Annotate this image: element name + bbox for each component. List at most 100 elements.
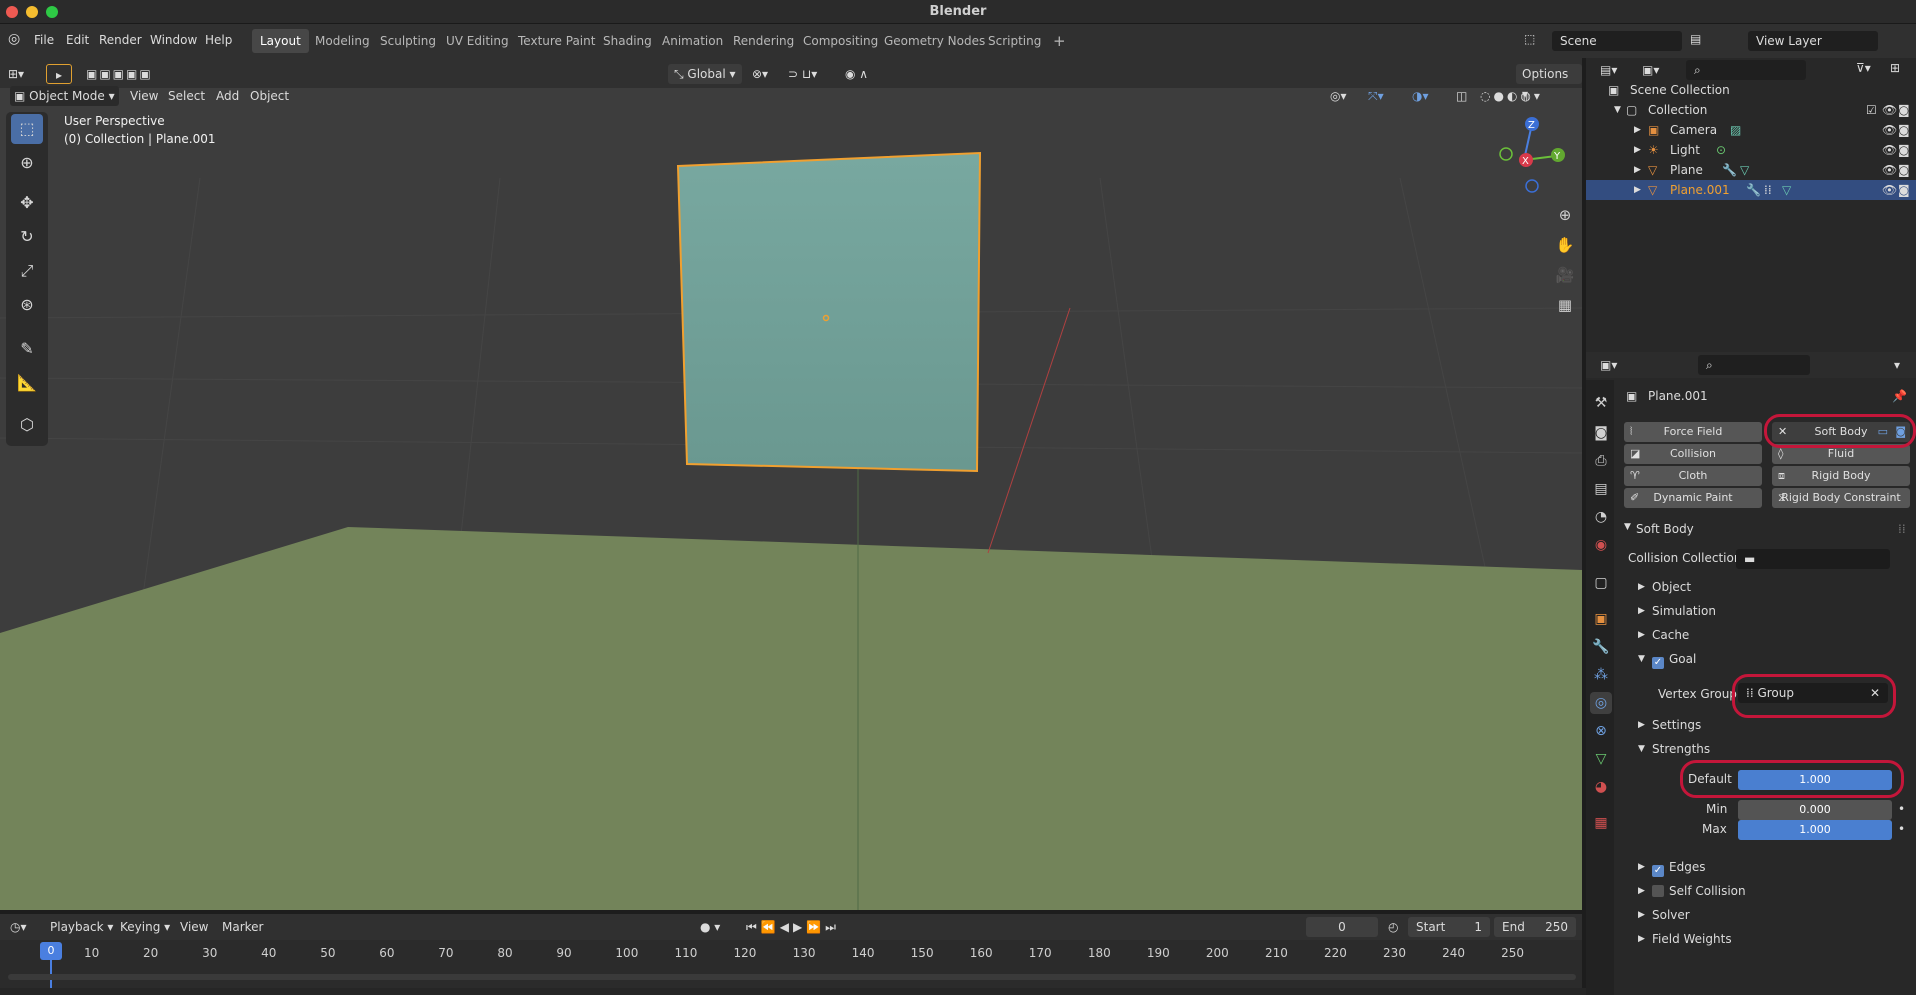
keyframe-dot-icon[interactable]: • xyxy=(1898,822,1905,836)
modifiers-tab-icon[interactable]: 🔧 xyxy=(1590,636,1612,658)
transform-orientation[interactable]: ⤡ Global ▾ xyxy=(668,64,742,84)
collapse-icon[interactable]: ▼ xyxy=(1638,654,1645,664)
expand-icon[interactable]: ▶ xyxy=(1634,160,1641,180)
expand-icon[interactable]: ▶ xyxy=(1638,934,1645,944)
timeline-menu-playback[interactable]: Playback ▾ xyxy=(50,917,113,937)
properties-search-field[interactable]: ⌕ xyxy=(1698,355,1810,375)
render-camera-icon[interactable]: ◙ xyxy=(1898,100,1910,120)
timeline-menu-view[interactable]: View xyxy=(180,917,208,937)
viewport-menu-view[interactable]: View xyxy=(130,86,158,106)
subpanel-simulation[interactable]: Simulation xyxy=(1652,604,1716,618)
render-camera-icon[interactable]: ◙ xyxy=(1898,180,1910,200)
new-collection-icon[interactable]: ⊞ xyxy=(1890,58,1900,78)
menu-render[interactable]: Render xyxy=(99,33,142,47)
collision-collection-field[interactable]: ▬ xyxy=(1736,549,1890,569)
eye-icon[interactable]: 👁 xyxy=(1882,140,1897,160)
eye-icon[interactable]: 👁 xyxy=(1882,100,1897,120)
expand-icon[interactable]: ▶ xyxy=(1638,582,1645,592)
viewport-menu-object[interactable]: Object xyxy=(250,86,289,106)
menu-edit[interactable]: Edit xyxy=(66,33,89,47)
proportional-edit-icon[interactable]: ◉ ∧ xyxy=(845,64,868,84)
gizmo-toggle-icon[interactable]: ⤧▾ xyxy=(1368,86,1384,106)
view-layer-selector[interactable]: View Layer xyxy=(1748,31,1878,51)
drag-handle-icon[interactable]: ⁞⁞ xyxy=(1898,522,1906,536)
force-field-button[interactable]: ⦚ Force Field xyxy=(1624,422,1762,442)
outliner-row-scene-collection[interactable]: ▣ Scene Collection xyxy=(1586,80,1916,100)
keyframe-dot-icon[interactable]: • xyxy=(1898,802,1905,816)
subpanel-cache[interactable]: Cache xyxy=(1652,628,1689,642)
view-layer-icon[interactable]: ▤ xyxy=(1690,32,1701,46)
goal-checkbox[interactable]: ✓ xyxy=(1652,657,1664,669)
rigid-body-constraint-button[interactable]: ⧖ Rigid Body Constraint xyxy=(1772,488,1910,508)
physics-tab-icon[interactable]: ◎ xyxy=(1590,692,1612,714)
world-tab-icon[interactable]: ◉ xyxy=(1590,534,1612,556)
add-workspace-icon[interactable]: + xyxy=(1045,29,1074,53)
expand-icon[interactable]: ▶ xyxy=(1638,862,1645,872)
select-mode-icons[interactable]: ▣▣▣▣▣ xyxy=(86,64,153,84)
tab-sculpting[interactable]: Sculpting xyxy=(372,29,444,53)
clock-icon[interactable]: ◴ xyxy=(1388,917,1398,937)
timeline-editor-icon[interactable]: ◷▾ xyxy=(10,917,27,937)
constraints-tab-icon[interactable]: ⊗ xyxy=(1590,720,1612,742)
outliner-editor-icon[interactable]: ▤▾ xyxy=(1600,60,1617,80)
outliner-search-field[interactable]: ⌕ xyxy=(1686,60,1806,80)
object-tab-icon[interactable]: ▣ xyxy=(1590,608,1612,630)
subpanel-strengths[interactable]: Strengths xyxy=(1652,742,1710,756)
expand-icon[interactable]: ▶ xyxy=(1634,120,1641,140)
scene-selector[interactable]: Scene xyxy=(1552,31,1682,51)
subpanel-solver[interactable]: Solver xyxy=(1652,908,1690,922)
annotate-tool-icon[interactable]: ✎ xyxy=(11,334,43,364)
checkbox-icon[interactable]: ☑ xyxy=(1866,100,1877,120)
playback-controls-icons[interactable]: ⏮⏪◀▶⏩⏭ xyxy=(746,917,840,937)
tab-texture-paint[interactable]: Texture Paint xyxy=(510,29,603,53)
tab-scripting[interactable]: Scripting xyxy=(980,29,1049,53)
3d-viewport[interactable] xyxy=(0,58,1582,910)
snap-icon[interactable]: ⊃ ⊔▾ xyxy=(788,64,817,84)
measure-tool-icon[interactable]: 📐 xyxy=(11,368,43,398)
selected-plane[interactable] xyxy=(676,151,982,473)
expand-icon[interactable]: ▶ xyxy=(1634,140,1641,160)
timeline-scrollbar[interactable] xyxy=(8,974,1576,980)
texture-tab-icon[interactable]: ▦ xyxy=(1590,812,1612,834)
collapse-icon[interactable]: ▼ xyxy=(1614,100,1621,120)
subpanel-goal[interactable]: ✓ Goal xyxy=(1652,652,1696,669)
shading-mode-icons[interactable]: ◌●◐◍▾ xyxy=(1480,86,1543,106)
collection-tab-icon[interactable]: ▢ xyxy=(1590,572,1612,594)
render-camera-icon[interactable]: ◙ xyxy=(1898,140,1910,160)
soft-body-button[interactable]: ✕ Soft Body ▭ ◙ xyxy=(1772,422,1910,442)
pin-icon[interactable]: 📌 xyxy=(1892,389,1907,403)
eye-icon[interactable]: 👁 xyxy=(1882,120,1897,140)
blender-logo-icon[interactable]: ◎ xyxy=(8,31,20,47)
filter-icon[interactable]: ⊽▾ xyxy=(1856,58,1871,78)
self-collision-checkbox[interactable] xyxy=(1652,885,1664,897)
view-layer-tab-icon[interactable]: ▤ xyxy=(1590,478,1612,500)
zoom-icon[interactable]: ⊕ xyxy=(1554,200,1576,230)
outliner-row-light[interactable]: ▶ ☀ Light ⊙ 👁 ◙ xyxy=(1586,140,1916,160)
render-camera-icon[interactable]: ◙ xyxy=(1898,160,1910,180)
menu-help[interactable]: Help xyxy=(205,33,232,47)
vertex-group-field[interactable]: ⁞⁞ Group ✕ xyxy=(1738,683,1888,703)
tab-uv-editing[interactable]: UV Editing xyxy=(438,29,517,53)
display-mode-icon[interactable]: ▣▾ xyxy=(1642,60,1659,80)
options-button[interactable]: Options ▾ xyxy=(1516,64,1582,101)
properties-editor-icon[interactable]: ▣▾ xyxy=(1600,355,1617,375)
subpanel-self-collision[interactable]: Self Collision xyxy=(1652,884,1746,898)
move-tool-icon[interactable]: ✥ xyxy=(11,188,43,218)
collapse-icon[interactable]: ▼ xyxy=(1638,744,1645,754)
scene-icon[interactable]: ⬚ xyxy=(1524,32,1535,46)
playhead[interactable]: 0 xyxy=(40,942,62,960)
dynamic-paint-button[interactable]: ✐ Dynamic Paint xyxy=(1624,488,1762,508)
material-tab-icon[interactable]: ◕ xyxy=(1590,776,1612,798)
end-frame-field[interactable]: End 250 xyxy=(1494,917,1576,937)
subpanel-settings[interactable]: Settings xyxy=(1652,718,1701,732)
editor-type-icon[interactable]: ⊞▾ xyxy=(8,64,24,84)
tool-tab-icon[interactable]: ⚒ xyxy=(1590,392,1612,414)
collapse-icon[interactable]: ▼ xyxy=(1624,522,1631,532)
add-cube-tool-icon[interactable]: ⬡ xyxy=(11,410,43,440)
expand-icon[interactable]: ▶ xyxy=(1638,720,1645,730)
min-strength-slider[interactable]: 0.000 xyxy=(1738,800,1892,820)
tab-modeling[interactable]: Modeling xyxy=(307,29,378,53)
fluid-button[interactable]: ◊ Fluid xyxy=(1772,444,1910,464)
viewport-menu-add[interactable]: Add xyxy=(216,86,239,106)
subpanel-edges[interactable]: ✓ Edges xyxy=(1652,860,1705,877)
